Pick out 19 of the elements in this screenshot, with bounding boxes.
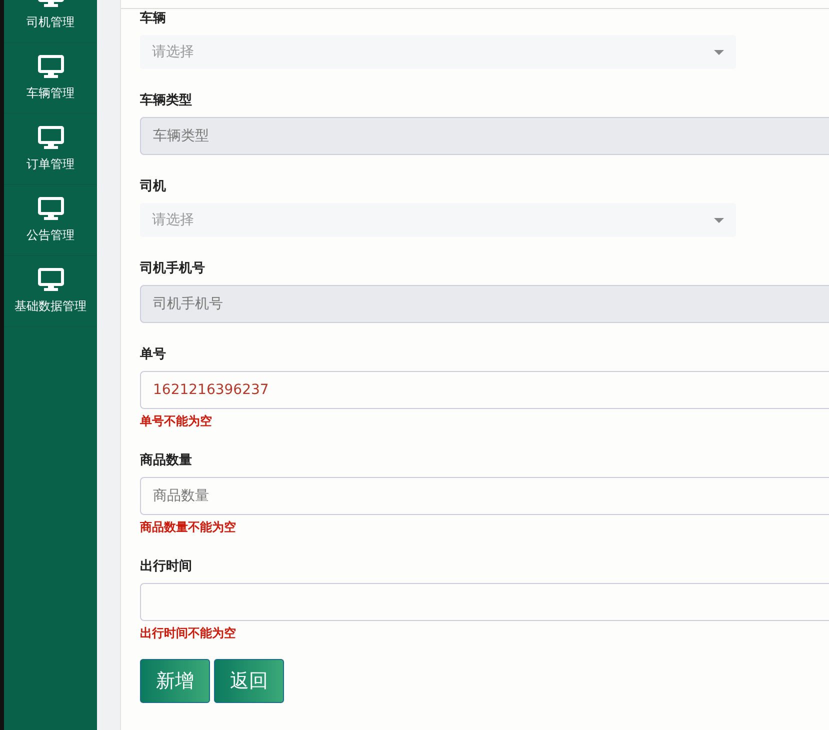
field-label: 车辆类型 [140, 93, 192, 109]
caret-icon [714, 50, 724, 54]
input-field[interactable]: 1621216396237 [140, 371, 829, 409]
error-message: 出行时间不能为空 [140, 625, 236, 641]
error-message: 商品数量不能为空 [140, 519, 236, 535]
error-message: 单号不能为空 [140, 413, 212, 429]
caret-icon [714, 218, 724, 222]
input-field[interactable] [140, 583, 829, 621]
field-label: 司机 [140, 179, 166, 195]
field-label: 单号 [140, 347, 166, 363]
field-label: 司机手机号 [140, 261, 205, 277]
input-field[interactable]: 商品数量 [140, 477, 829, 515]
input-field[interactable]: 车辆类型 [140, 117, 829, 155]
field-label: 出行时间 [140, 559, 192, 575]
back-button[interactable]: 返回 [214, 659, 284, 703]
field-label: 商品数量 [140, 453, 192, 469]
field-label: 车辆 [140, 11, 166, 27]
input-field[interactable]: 司机手机号 [140, 285, 829, 323]
add-button[interactable]: 新增 [140, 659, 210, 703]
